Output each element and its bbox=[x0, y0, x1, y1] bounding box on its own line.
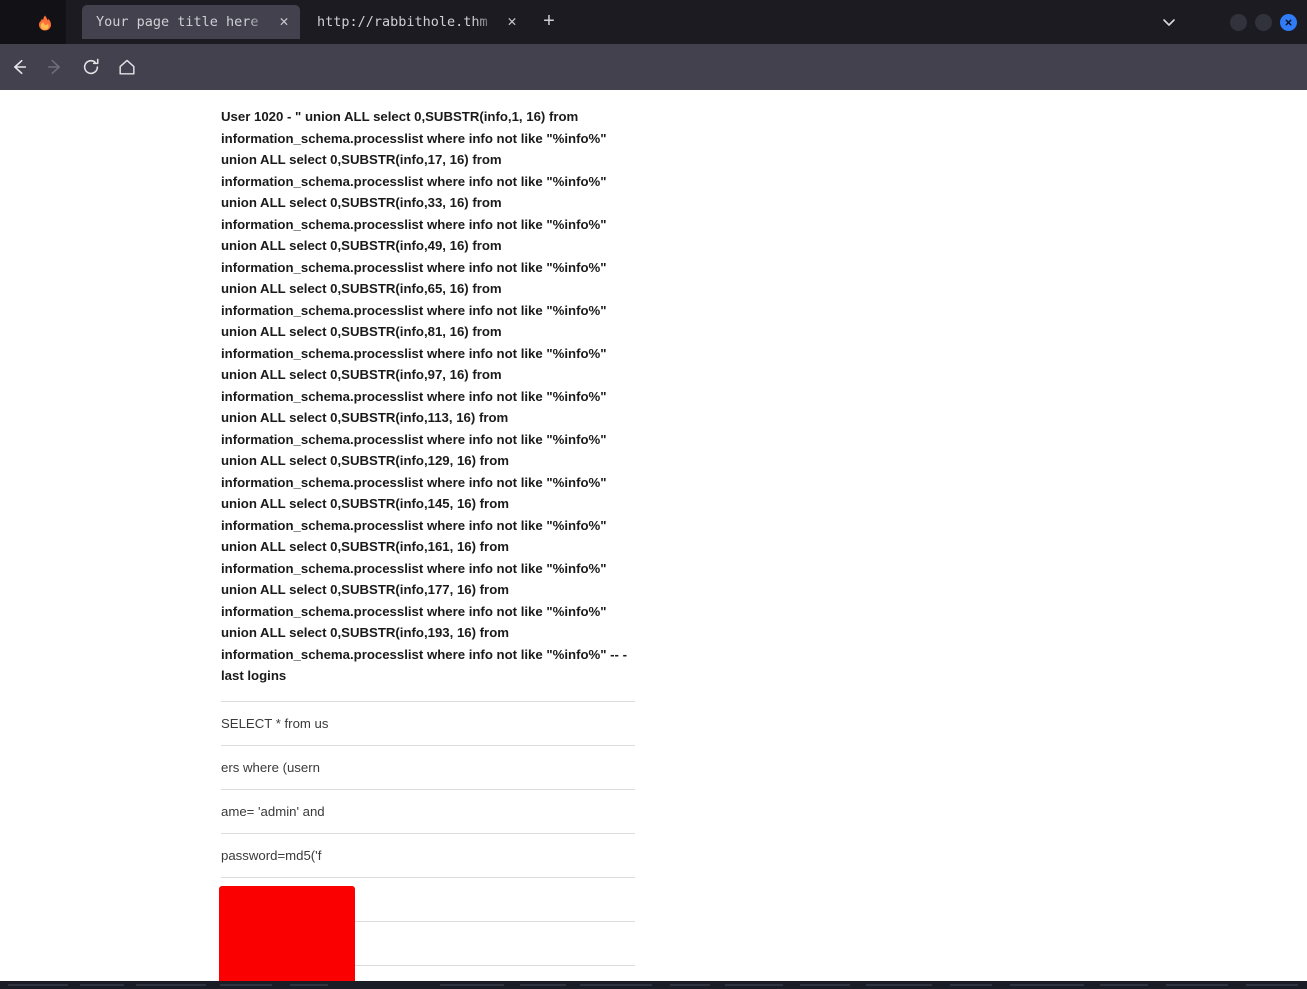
taskbar-tick bbox=[8, 984, 68, 986]
window-close-button[interactable] bbox=[1280, 14, 1297, 31]
new-tab-button[interactable]: + bbox=[538, 11, 560, 33]
window-maximize-button[interactable] bbox=[1255, 14, 1272, 31]
taskbar-tick bbox=[290, 984, 328, 986]
window-minimize-button[interactable] bbox=[1230, 14, 1247, 31]
tab-rabbithole-thm[interactable]: http://rabbithole.thm ✕ bbox=[303, 5, 528, 39]
taskbar-tick bbox=[1100, 984, 1148, 986]
taskbar-tick bbox=[725, 984, 783, 986]
forward-button-icon[interactable] bbox=[42, 54, 68, 80]
list-item: ame= 'admin' and bbox=[221, 788, 635, 833]
taskbar-tick bbox=[866, 984, 932, 986]
page-content-area: User 1020 - " union ALL select 0,SUBSTR(… bbox=[0, 90, 1307, 981]
tab-your-page-title-here[interactable]: Your page title here ✕ bbox=[82, 5, 300, 39]
red-redaction-overlay bbox=[219, 886, 355, 981]
tab-title: Your page title here bbox=[96, 14, 259, 30]
taskbar-tick bbox=[1010, 984, 1084, 986]
list-item: password=md5('f bbox=[221, 832, 635, 877]
chevron-down-icon[interactable] bbox=[1158, 14, 1180, 30]
browser-window: Your page title here ✕ http://rabbithole… bbox=[0, 0, 1307, 981]
back-button-icon[interactable] bbox=[6, 54, 32, 80]
taskbar-tick bbox=[800, 984, 850, 986]
taskbar-tick bbox=[950, 984, 992, 986]
home-button-icon[interactable] bbox=[114, 54, 140, 80]
taskbar-tick bbox=[580, 984, 652, 986]
taskbar-tick bbox=[440, 984, 504, 986]
desktop-taskbar bbox=[0, 981, 1307, 989]
taskbar-tick bbox=[1166, 984, 1228, 986]
taskbar-tick bbox=[520, 984, 566, 986]
list-item: ers where (usern bbox=[221, 744, 635, 789]
taskbar-tick bbox=[1246, 984, 1298, 986]
taskbar-tick bbox=[220, 984, 272, 986]
navigation-toolbar: rabbithole.thm 90% bbox=[0, 44, 1307, 128]
list-item: SELECT * from us bbox=[221, 700, 635, 745]
tab-title: http://rabbithole.thm bbox=[317, 14, 488, 30]
injected-sql-payload-text: User 1020 - " union ALL select 0,SUBSTR(… bbox=[221, 109, 627, 683]
reload-button-icon[interactable] bbox=[78, 54, 104, 80]
taskbar-tick bbox=[136, 984, 206, 986]
taskbar-tick bbox=[80, 984, 124, 986]
content-column: User 1020 - " union ALL select 0,SUBSTR(… bbox=[221, 90, 635, 981]
firefox-logo-icon bbox=[39, 15, 51, 31]
tab-strip: Your page title here ✕ http://rabbithole… bbox=[0, 0, 1307, 44]
tab-strip-left-gutter bbox=[0, 0, 66, 44]
tab-close-icon[interactable]: ✕ bbox=[504, 14, 520, 30]
window-controls bbox=[1230, 14, 1297, 31]
tab-close-icon[interactable]: ✕ bbox=[276, 14, 292, 30]
taskbar-tick bbox=[670, 984, 710, 986]
